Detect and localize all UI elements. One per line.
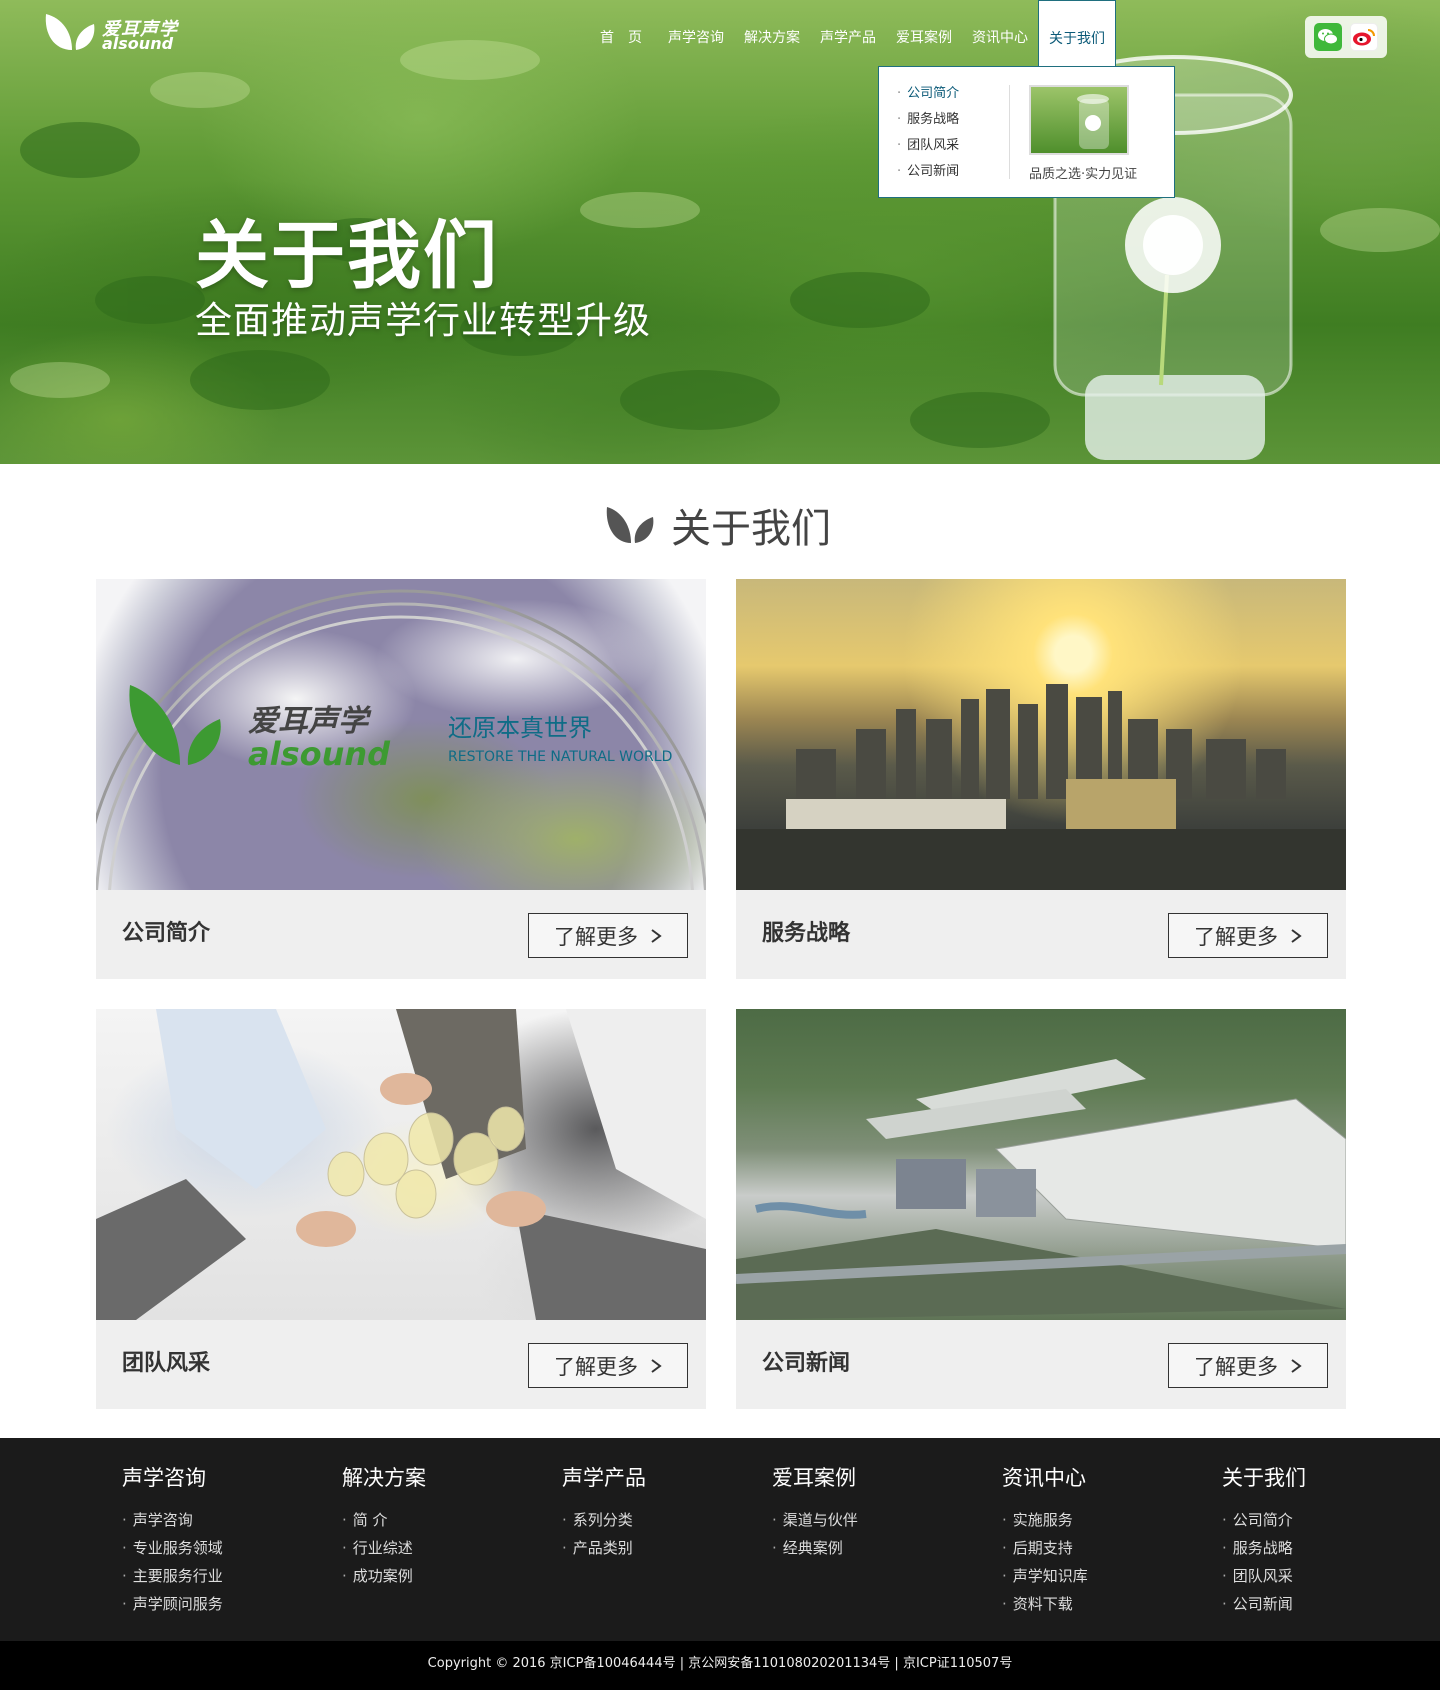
footer-column-cases: 爱耳案例 渠道与伙伴 经典案例: [772, 1464, 858, 1562]
learn-more-button[interactable]: 了解更多: [528, 913, 688, 958]
section-title: 关于我们: [671, 506, 831, 552]
footer-link[interactable]: 声学顾问服务: [122, 1590, 223, 1618]
chevron-right-icon: [1291, 928, 1302, 943]
footer-link[interactable]: 行业综述: [342, 1534, 426, 1562]
footer-column-title[interactable]: 解决方案: [342, 1464, 426, 1492]
dropdown-caption: 品质之选·实力见证: [1029, 167, 1138, 182]
card-company-profile: 爱耳声学 alsound 还原本真世界 RESTORE THE NATURAL …: [96, 579, 706, 979]
globe-slogan-cn: 还原本真世界: [448, 714, 592, 742]
learn-more-label: 了解更多: [554, 924, 638, 949]
footer-column-title[interactable]: 关于我们: [1222, 1464, 1306, 1492]
card-team-style: 团队风采 了解更多: [96, 1009, 706, 1409]
globe-slogan-en: RESTORE THE NATURAL WORLD: [448, 749, 672, 765]
dropdown-item-team-style[interactable]: 团队风采: [897, 133, 959, 159]
leaf-logo-icon: [45, 14, 95, 50]
footer-link[interactable]: 公司新闻: [1222, 1590, 1306, 1618]
footer-link[interactable]: 主要服务行业: [122, 1562, 223, 1590]
leaf-icon: [606, 507, 654, 543]
learn-more-label: 了解更多: [1194, 1354, 1278, 1379]
nav-item-about-us[interactable]: 关于我们: [1038, 0, 1116, 66]
learn-more-label: 了解更多: [554, 1354, 638, 1379]
learn-more-button[interactable]: 了解更多: [1168, 913, 1328, 958]
hero-banner: 爱耳声学 alsound 首页 声学咨询 解决方案 声学产品 爱耳案例 资讯中心…: [0, 0, 1440, 464]
footer-link[interactable]: 资料下载: [1002, 1590, 1088, 1618]
weibo-icon[interactable]: [1350, 23, 1378, 51]
card-label: 公司新闻: [762, 1351, 851, 1376]
learn-more-button[interactable]: 了解更多: [528, 1343, 688, 1388]
dropdown-list: 公司简介 服务战略 团队风采 公司新闻: [897, 81, 959, 185]
footer-column-news-center: 资讯中心 实施服务 后期支持 声学知识库 资料下载: [1002, 1464, 1088, 1618]
footer-link[interactable]: 专业服务领域: [122, 1534, 223, 1562]
nav-item-acoustic-consulting[interactable]: 声学咨询: [658, 0, 734, 66]
globe-logo-cn: 爱耳声学: [248, 704, 372, 739]
nav-item-cases[interactable]: 爱耳案例: [886, 0, 962, 66]
footer-link[interactable]: 渠道与伙伴: [772, 1506, 858, 1534]
footer-link[interactable]: 成功案例: [342, 1562, 426, 1590]
card-company-news: 公司新闻 了解更多: [736, 1009, 1346, 1409]
footer-column-solutions: 解决方案 简 介 行业综述 成功案例: [342, 1464, 426, 1590]
footer-link[interactable]: 公司简介: [1222, 1506, 1306, 1534]
footer-column-title[interactable]: 声学产品: [562, 1464, 646, 1492]
about-dropdown-menu: 公司简介 服务战略 团队风采 公司新闻 品质之选·实力见证: [878, 66, 1175, 198]
footer-link[interactable]: 产品类别: [562, 1534, 646, 1562]
footer-link[interactable]: 声学咨询: [122, 1506, 223, 1534]
copyright-bar: Copyright © 2016 京ICP备10046444号 | 京公网安备1…: [0, 1641, 1440, 1690]
footer-link[interactable]: 服务战略: [1222, 1534, 1306, 1562]
footer-column-title[interactable]: 爱耳案例: [772, 1464, 858, 1492]
social-links: [1305, 16, 1387, 58]
card-image-globe[interactable]: 爱耳声学 alsound 还原本真世界 RESTORE THE NATURAL …: [96, 579, 706, 890]
hero-title: 关于我们: [195, 213, 499, 299]
card-label: 公司简介: [122, 921, 211, 946]
nav-item-home[interactable]: 首页: [590, 0, 658, 66]
card-image-team[interactable]: [96, 1009, 706, 1320]
nav-item-solutions[interactable]: 解决方案: [734, 0, 810, 66]
dropdown-thumbnail-image[interactable]: [1029, 85, 1129, 155]
city-skyline-illustration: [736, 684, 1346, 890]
footer-column-acoustic-consulting: 声学咨询 声学咨询 专业服务领域 主要服务行业 声学顾问服务: [122, 1464, 223, 1618]
footer-column-title[interactable]: 资讯中心: [1002, 1464, 1088, 1492]
factory-campus-illustration: [736, 1059, 1346, 1320]
globe-ring-illustration: 爱耳声学 alsound 还原本真世界 RESTORE THE NATURAL …: [96, 589, 706, 890]
site-footer: 声学咨询 声学咨询 专业服务领域 主要服务行业 声学顾问服务 解决方案 简 介 …: [0, 1438, 1440, 1641]
chevron-right-icon: [651, 928, 662, 943]
team-toast-illustration: [96, 1009, 706, 1320]
dropdown-divider: [1009, 85, 1010, 179]
brand-logo[interactable]: 爱耳声学 alsound: [42, 8, 182, 54]
footer-link[interactable]: 系列分类: [562, 1506, 646, 1534]
main-nav: 首页 声学咨询 解决方案 声学产品 爱耳案例 资讯中心 关于我们: [590, 0, 1116, 66]
learn-more-button[interactable]: 了解更多: [1168, 1343, 1328, 1388]
wechat-icon[interactable]: [1314, 23, 1342, 51]
card-image-factory[interactable]: [736, 1009, 1346, 1320]
footer-link[interactable]: 经典案例: [772, 1534, 858, 1562]
chevron-right-icon: [651, 1358, 662, 1373]
nav-item-products[interactable]: 声学产品: [810, 0, 886, 66]
card-label: 团队风采: [122, 1351, 211, 1376]
footer-link[interactable]: 后期支持: [1002, 1534, 1088, 1562]
footer-column-products: 声学产品 系列分类 产品类别: [562, 1464, 646, 1562]
nav-item-news-center[interactable]: 资讯中心: [962, 0, 1038, 66]
dropdown-item-service-strategy[interactable]: 服务战略: [897, 107, 959, 133]
footer-link[interactable]: 声学知识库: [1002, 1562, 1088, 1590]
dropdown-item-company-profile[interactable]: 公司简介: [897, 81, 959, 107]
card-image-city[interactable]: [736, 579, 1346, 890]
footer-column-about-us: 关于我们 公司简介 服务战略 团队风采 公司新闻: [1222, 1464, 1306, 1618]
globe-logo-en: alsound: [248, 735, 391, 773]
card-service-strategy: 服务战略 了解更多: [736, 579, 1346, 979]
section-heading: 关于我们: [605, 500, 831, 552]
learn-more-label: 了解更多: [1194, 924, 1278, 949]
hero-subtitle: 全面推动声学行业转型升级: [195, 299, 651, 342]
footer-column-title[interactable]: 声学咨询: [122, 1464, 223, 1492]
chevron-right-icon: [1291, 1358, 1302, 1373]
card-label: 服务战略: [762, 921, 851, 946]
dropdown-item-company-news[interactable]: 公司新闻: [897, 159, 959, 185]
footer-link[interactable]: 团队风采: [1222, 1562, 1306, 1590]
footer-link[interactable]: 实施服务: [1002, 1506, 1088, 1534]
footer-link[interactable]: 简 介: [342, 1506, 426, 1534]
logo-text-en: alsound: [102, 34, 174, 53]
